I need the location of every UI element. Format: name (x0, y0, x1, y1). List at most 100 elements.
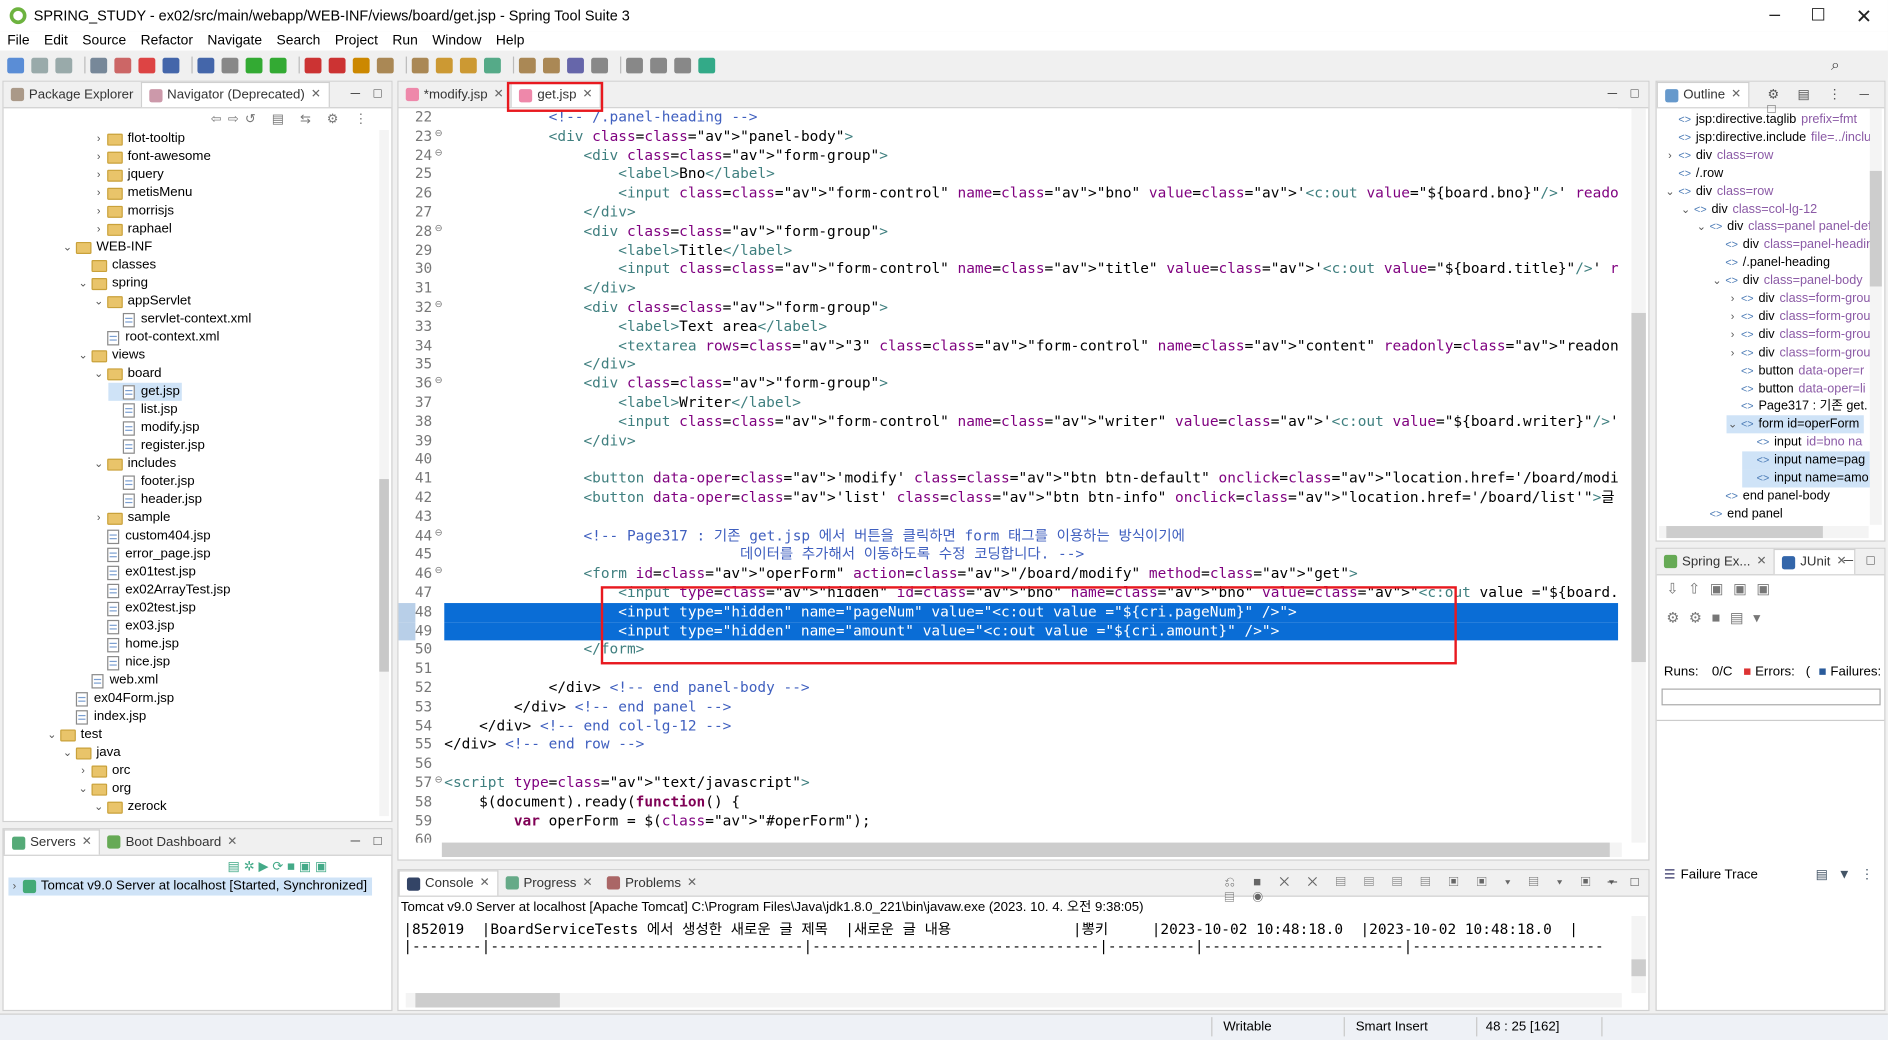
file-item[interactable]: ex01test.jsp (93, 563, 199, 581)
code-line[interactable]: <div class=class="av">"panel-body"> (444, 127, 853, 146)
chevron-down-icon[interactable]: ⌄ (1695, 218, 1707, 236)
code-line[interactable]: </div> (444, 279, 635, 298)
menu-item-edit[interactable]: Edit (37, 31, 75, 50)
code-line[interactable]: </div> <!-- end col-lg-12 --> (444, 717, 731, 736)
toolbar-button-icon[interactable] (411, 57, 429, 73)
tab-navigator-deprecated[interactable]: Navigator (Deprecated) ✕ (140, 81, 330, 108)
tab-console[interactable]: Console ✕ (398, 870, 499, 896)
minimize-view-icon[interactable]: ─ (351, 87, 360, 101)
code-line[interactable]: </div> (444, 432, 635, 451)
folder-item[interactable]: › orc (77, 762, 133, 780)
server-row[interactable]: › Tomcat v9.0 Server at localhost [Start… (8, 877, 372, 896)
outline-item[interactable]: <> jsp:directive.include file=../inclu (1664, 129, 1871, 147)
toolbar-button-icon[interactable] (138, 57, 156, 73)
folder-item[interactable]: › metisMenu (93, 184, 195, 202)
chevron-down-icon[interactable]: ⌄ (1680, 200, 1692, 218)
close-tab-icon[interactable]: ✕ (82, 831, 92, 855)
tab-boot-dashboard[interactable]: Boot Dashboard ✕ (100, 829, 244, 854)
toolbar-button-icon[interactable] (55, 57, 73, 73)
folder-item[interactable]: › font-awesome (93, 148, 214, 166)
toolbar-button-icon[interactable] (221, 57, 239, 73)
toolbar-button-icon[interactable] (626, 57, 643, 73)
folder-item[interactable]: classes (77, 256, 158, 274)
minimize-icon[interactable]: – (1763, 5, 1787, 27)
fold-icon[interactable]: ⊖ (435, 565, 443, 576)
close-tab-icon[interactable]: ✕ (1731, 83, 1741, 107)
menu-item-help[interactable]: Help (489, 31, 532, 50)
code-line[interactable]: </div> <!-- end row --> (444, 736, 644, 755)
close-icon[interactable]: ✕ (1852, 5, 1876, 29)
toolbar-button-icon[interactable] (674, 57, 692, 73)
chevron-right-icon[interactable]: › (1664, 147, 1676, 165)
close-tab-icon[interactable]: ✕ (1756, 549, 1766, 573)
toolbar-button-icon[interactable] (162, 57, 180, 73)
chevron-down-icon[interactable]: ⌄ (61, 238, 73, 256)
code-line[interactable]: <input class=class="av">"form-control" n… (444, 184, 1618, 203)
toolbar-button-icon[interactable] (7, 57, 25, 73)
chevron-down-icon[interactable]: ⌄ (61, 744, 73, 762)
code-line[interactable]: <!-- Page317 : 기존 get.jsp 에서 버튼을 클릭하면 fo… (444, 527, 1184, 546)
console-toolbar[interactable]: ⎌ ■ ✕ ✕ ▤ ▤ ▤ ▤ ▣ ▣ ▾ ▤ ▾ ▣ ▾ ▤ ◉ (1224, 875, 1648, 906)
search-icon[interactable]: ⌕ (1831, 55, 1840, 74)
outline-hscrollbar[interactable] (1659, 526, 1869, 539)
code-line[interactable]: <label>Text area</label> (444, 318, 827, 337)
code-line[interactable]: <form id=class="av">"operForm" action=cl… (444, 565, 1357, 584)
chevron-right-icon[interactable]: › (93, 148, 105, 166)
chevron-right-icon[interactable]: › (93, 130, 105, 148)
code-line[interactable]: <div class=class="av">"form-group"> (444, 299, 887, 318)
chevron-down-icon[interactable]: ⌄ (77, 347, 89, 365)
close-tab-icon[interactable]: ✕ (582, 871, 592, 895)
chevron-right-icon[interactable]: › (1727, 290, 1739, 308)
console-vscrollbar[interactable] (1631, 916, 1646, 994)
outline-item[interactable]: › <> div class=row (1664, 147, 1773, 165)
toolbar-button-icon[interactable] (591, 57, 609, 73)
menu-item-file[interactable]: File (0, 31, 37, 50)
outline-item[interactable]: <> div class=panel-headin (1711, 236, 1873, 254)
chevron-down-icon[interactable]: ⌄ (46, 726, 58, 744)
maximize-view-icon[interactable]: □ (374, 87, 382, 101)
navigator-view-toolbar[interactable]: ⇦⇨↺ ▤ ⇆ ⚙ ⋮ (211, 111, 374, 126)
maximize-icon[interactable]: ☐ (1806, 5, 1830, 25)
folder-item[interactable]: › sample (93, 509, 173, 527)
menu-item-navigate[interactable]: Navigate (200, 31, 269, 50)
chevron-down-icon[interactable]: ⌄ (93, 455, 105, 473)
code-line[interactable]: </div> <!-- end panel --> (444, 698, 731, 717)
outline-item[interactable]: › <> div class=form-grou (1727, 326, 1871, 344)
chevron-down-icon[interactable]: ⌄ (93, 292, 105, 310)
code-line[interactable]: <textarea rows=class="av">"3" class=clas… (444, 337, 1618, 356)
chevron-down-icon[interactable]: ⌄ (77, 780, 89, 798)
menu-item-project[interactable]: Project (328, 31, 386, 50)
toolbar-button-icon[interactable] (197, 57, 215, 73)
file-item[interactable]: home.jsp (93, 636, 182, 654)
junit-toolbar[interactable]: ⇩⇧▣▣▣ (1666, 580, 1779, 597)
file-item[interactable]: root-context.xml (93, 329, 222, 347)
server-actions[interactable]: ▤ ✲ ▶ ⟳ ■ ▣ ▣ (228, 858, 328, 873)
fold-icon[interactable]: ⊖ (435, 375, 443, 386)
junit-toolbar-2[interactable]: ⚙⚙■▤▾ (1666, 609, 1770, 626)
fold-icon[interactable]: ⊖ (435, 527, 443, 538)
code-line[interactable]: $(document).ready(function() { (444, 793, 740, 812)
chevron-right-icon[interactable]: › (93, 509, 105, 527)
chevron-down-icon[interactable]: ⌄ (1664, 182, 1676, 200)
code-line[interactable]: 데이터를 추가해서 이동하도록 수정 코딩합니다. --> (444, 546, 1084, 565)
code-line[interactable]: <label>Writer</label> (444, 394, 801, 413)
folder-item[interactable]: ⌄ java (61, 744, 123, 762)
toolbar-button-icon[interactable] (114, 57, 132, 73)
maximize-view-icon[interactable]: □ (374, 834, 382, 848)
folder-item[interactable]: › raphael (93, 220, 175, 238)
outline-item[interactable]: › <> div class=form-grou (1727, 344, 1871, 362)
chevron-right-icon[interactable]: › (77, 762, 89, 780)
tab-package-explorer[interactable]: Package Explorer (4, 82, 141, 107)
fold-icon[interactable]: ⊖ (435, 127, 443, 138)
outline-item[interactable]: <> input id=bno na (1742, 434, 1863, 452)
outline-item[interactable]: › <> div class=form-grou (1727, 290, 1871, 308)
toolbar-button-icon[interactable] (459, 57, 477, 73)
file-item[interactable]: custom404.jsp (93, 527, 213, 545)
chevron-down-icon[interactable]: ⌄ (77, 274, 89, 292)
toolbar-button-icon[interactable] (31, 57, 49, 73)
folder-item[interactable]: ⌄ org (77, 780, 133, 798)
minimize-view-icon[interactable]: ─ (1608, 875, 1617, 889)
outline-item[interactable]: <> input name=pag (1742, 451, 1870, 470)
outline-item[interactable]: ⌄ <> div class=col-lg-12 (1680, 200, 1817, 218)
code-line[interactable]: </div> <!-- end panel-body --> (444, 679, 810, 698)
